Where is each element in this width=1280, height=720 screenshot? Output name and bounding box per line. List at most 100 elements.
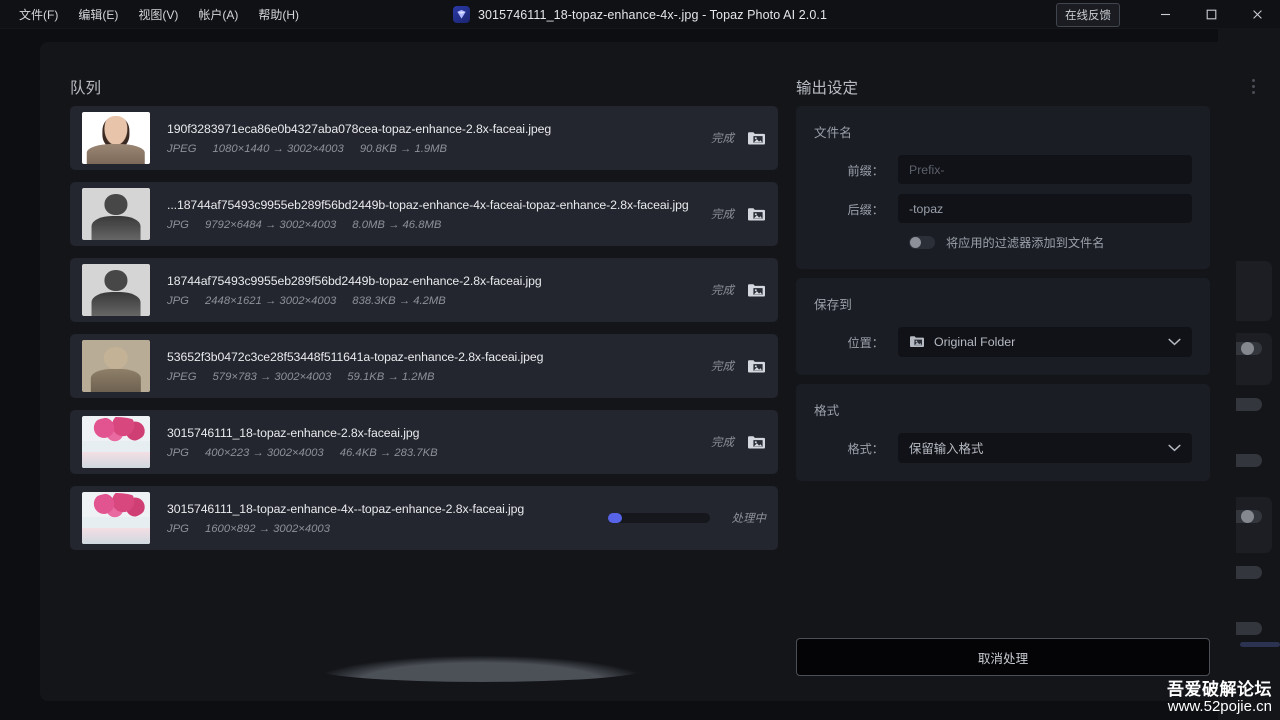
queue-item-meta: JPG 1600×892 → 3002×4003 <box>167 523 608 535</box>
prefix-input[interactable]: Prefix- <box>898 155 1192 184</box>
queue-item[interactable]: 3015746111_18-topaz-enhance-4x--topaz-en… <box>70 486 778 550</box>
queue-item-meta-1: 579×783 → 3002×4003 <box>212 370 332 383</box>
queue-item-thumbnail <box>82 340 150 392</box>
menu-help[interactable]: 帮助(H) <box>249 2 308 27</box>
format-select-value: 保留输入格式 <box>909 442 984 456</box>
queue-item-status: 处理中 <box>731 513 767 525</box>
queue-item-thumbnail <box>82 416 150 468</box>
save-to-card: 保存到 位置： Original Folder <box>796 278 1210 375</box>
queue-item-meta-2: 59.1KB → 1.2MB <box>347 370 435 383</box>
queue-item-actions: 完成 <box>711 282 766 299</box>
location-select[interactable]: Original Folder <box>898 327 1192 357</box>
filename-card: 文件名 前缀： Prefix- 后缀： -topaz 将应用的过滤器添加到文件名 <box>796 106 1210 269</box>
queue-item-text: ...18744af75493c9955eb289f56bd2449b-topa… <box>167 198 711 231</box>
add-filters-toggle[interactable] <box>909 235 935 249</box>
queue-item-text: 3015746111_18-topaz-enhance-4x--topaz-en… <box>167 502 608 535</box>
queue-item-filename: 18744af75493c9955eb289f56bd2449b-topaz-e… <box>167 273 542 288</box>
background-slider-knob-2[interactable] <box>1241 510 1254 523</box>
queue-item-filename: 190f3283971eca86e0b4327aba078cea-topaz-e… <box>167 121 552 136</box>
maximize-icon[interactable] <box>1188 0 1234 29</box>
queue-item-progress-group: 处理中 <box>607 510 767 526</box>
queue-list: 190f3283971eca86e0b4327aba078cea-topaz-e… <box>70 106 778 562</box>
chevron-down-icon <box>1168 335 1181 349</box>
menu-view[interactable]: 视图(V) <box>129 2 187 27</box>
app-window: 文件(F) 编辑(E) 视图(V) 帐户(A) 帮助(H) 3015746111… <box>0 0 1280 720</box>
queue-item-status: 完成 <box>711 209 734 221</box>
menu-file[interactable]: 文件(F) <box>10 2 67 27</box>
output-settings-heading: 输出设定 <box>796 80 859 97</box>
queue-item-status: 完成 <box>711 437 734 449</box>
queue-item-text: 190f3283971eca86e0b4327aba078cea-topaz-e… <box>167 122 711 155</box>
queue-item-meta-1: 2448×1621 → 3002×4003 <box>204 294 337 307</box>
queue-item-status: 完成 <box>711 133 734 145</box>
format-card: 格式 格式： 保留输入格式 <box>796 384 1210 481</box>
window-controls: 在线反馈 <box>1056 0 1280 29</box>
background-slider-knob-1[interactable] <box>1241 342 1254 355</box>
queue-item-meta: JPG 2448×1621 → 3002×4003 838.3KB → 4.2MB <box>167 295 711 307</box>
queue-item-meta-1: 400×223 → 3002×4003 <box>204 446 324 459</box>
overflow-menu-icon[interactable] <box>1252 79 1255 94</box>
queue-item-status: 完成 <box>711 285 734 297</box>
location-select-value: Original Folder <box>934 335 1016 349</box>
queue-item-meta-1: 9792×6484 → 3002×4003 <box>204 218 337 231</box>
queue-item[interactable]: 3015746111_18-topaz-enhance-2.8x-faceai.… <box>70 410 778 474</box>
format-card-heading: 格式 <box>814 404 840 418</box>
topaz-gem-icon <box>452 6 470 23</box>
queue-item-meta-0: JPEG <box>167 370 197 383</box>
chevron-down-icon <box>1168 441 1181 455</box>
queue-item-meta-0: JPG <box>167 294 189 307</box>
queue-item-meta-1: 1600×892 → 3002×4003 <box>204 522 330 535</box>
menu-account[interactable]: 帐户(A) <box>189 2 247 27</box>
queue-item[interactable]: 190f3283971eca86e0b4327aba078cea-topaz-e… <box>70 106 778 170</box>
queue-item-meta-0: JPG <box>167 446 189 459</box>
queue-item-filename: 3015746111_18-topaz-enhance-4x--topaz-en… <box>167 501 525 516</box>
background-accent-bar <box>1240 642 1280 647</box>
suffix-row: 后缀： -topaz <box>814 194 1192 223</box>
queue-item-meta-0: JPEG <box>167 142 197 155</box>
queue-item-text: 53652f3b0472c3ce28f53448f511641a-topaz-e… <box>167 350 711 383</box>
title-bar: 文件(F) 编辑(E) 视图(V) 帐户(A) 帮助(H) 3015746111… <box>0 0 1280 29</box>
queue-item-meta-1: 1080×1440 → 3002×4003 <box>212 142 344 155</box>
queue-item-status: 完成 <box>711 361 734 373</box>
image-folder-icon[interactable] <box>747 358 766 375</box>
queue-item-meta: JPEG 1080×1440 → 3002×4003 90.8KB → 1.9MB <box>167 143 711 155</box>
queue-item[interactable]: 18744af75493c9955eb289f56bd2449b-topaz-e… <box>70 258 778 322</box>
minimize-icon[interactable] <box>1142 0 1188 29</box>
queue-item-meta-2: 46.4KB → 283.7KB <box>339 446 438 459</box>
image-folder-icon[interactable] <box>747 130 766 147</box>
format-label: 格式： <box>847 442 884 456</box>
queue-item-meta-0: JPG <box>167 522 189 535</box>
queue-item-thumbnail <box>82 492 150 544</box>
suffix-input[interactable]: -topaz <box>898 194 1192 223</box>
image-folder-icon <box>909 334 925 351</box>
queue-item-thumbnail <box>82 188 150 240</box>
save-to-card-heading: 保存到 <box>814 298 852 312</box>
queue-item-meta-2: 838.3KB → 4.2MB <box>352 294 446 307</box>
location-row: 位置： Original Folder <box>814 327 1192 357</box>
output-settings-panel: 文件名 前缀： Prefix- 后缀： -topaz 将应用的过滤器添加到文件名… <box>796 106 1210 490</box>
menu-edit[interactable]: 编辑(E) <box>69 2 127 27</box>
prefix-row: 前缀： Prefix- <box>814 155 1192 184</box>
filename-card-heading: 文件名 <box>814 126 852 140</box>
queue-item-text: 3015746111_18-topaz-enhance-2.8x-faceai.… <box>167 426 711 459</box>
export-modal: 队列 输出设定 190f3283971eca86e0b4327aba078cea… <box>40 42 1236 701</box>
queue-item-meta: JPG 400×223 → 3002×4003 46.4KB → 283.7KB <box>167 447 711 459</box>
image-folder-icon[interactable] <box>747 282 766 299</box>
online-feedback-button[interactable]: 在线反馈 <box>1056 2 1120 27</box>
menu-bar: 文件(F) 编辑(E) 视图(V) 帐户(A) 帮助(H) <box>0 2 308 27</box>
close-icon[interactable] <box>1234 0 1280 29</box>
cancel-processing-button[interactable]: 取消处理 <box>796 638 1210 676</box>
image-folder-icon[interactable] <box>747 434 766 451</box>
queue-item-text: 18744af75493c9955eb289f56bd2449b-topaz-e… <box>167 274 711 307</box>
image-folder-icon[interactable] <box>747 206 766 223</box>
queue-item-actions: 完成 <box>711 206 766 223</box>
queue-item-filename: 53652f3b0472c3ce28f53448f511641a-topaz-e… <box>167 349 544 364</box>
queue-item-actions: 完成 <box>711 130 766 147</box>
add-filters-toggle-label: 将应用的过滤器添加到文件名 <box>946 236 1105 250</box>
queue-item-meta-2: 8.0MB → 46.8MB <box>352 218 442 231</box>
queue-item[interactable]: ...18744af75493c9955eb289f56bd2449b-topa… <box>70 182 778 246</box>
prefix-label: 前缀： <box>847 163 884 178</box>
queue-item[interactable]: 53652f3b0472c3ce28f53448f511641a-topaz-e… <box>70 334 778 398</box>
queue-item-thumbnail <box>82 112 150 164</box>
format-select[interactable]: 保留输入格式 <box>898 433 1192 463</box>
